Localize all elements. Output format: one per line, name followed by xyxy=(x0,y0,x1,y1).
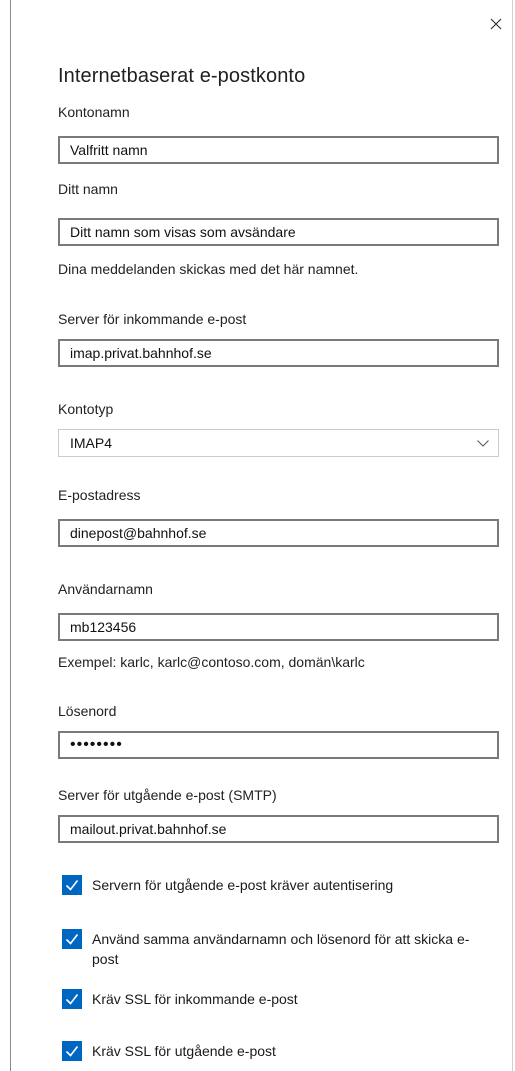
same-credentials-label: Använd samma användarnamn och lösenord f… xyxy=(92,931,470,967)
ssl-incoming-checkbox[interactable]: Kräv SSL för inkommande e-post xyxy=(62,989,502,1009)
account-dialog: Internetbaserat e-postkonto Kontonamn Di… xyxy=(10,0,513,1071)
account-name-label: Kontonamn xyxy=(58,104,130,120)
password-input[interactable] xyxy=(58,731,499,759)
checkbox-checked-icon xyxy=(62,1041,82,1061)
your-name-hint: Dina meddelanden skickas med det här nam… xyxy=(58,261,359,277)
email-input[interactable] xyxy=(58,519,499,547)
account-type-select[interactable]: IMAP4 xyxy=(58,429,499,457)
chevron-down-icon xyxy=(477,440,489,447)
outgoing-server-label: Server för utgående e-post (SMTP) xyxy=(58,787,277,803)
username-input[interactable] xyxy=(58,613,499,641)
your-name-input[interactable] xyxy=(58,218,499,246)
outgoing-server-input[interactable] xyxy=(58,815,499,843)
password-label: Lösenord xyxy=(58,703,117,719)
ssl-outgoing-checkbox[interactable]: Kräv SSL för utgående e-post xyxy=(62,1041,502,1061)
ssl-incoming-label: Kräv SSL för inkommande e-post xyxy=(92,991,298,1007)
ssl-outgoing-label: Kräv SSL för utgående e-post xyxy=(92,1043,276,1059)
account-type-value: IMAP4 xyxy=(70,435,113,451)
require-auth-checkbox[interactable]: Servern för utgående e-post kräver auten… xyxy=(62,875,502,895)
username-label: Användarnamn xyxy=(58,581,153,597)
close-button[interactable] xyxy=(484,12,508,36)
username-hint: Exempel: karlc, karlc@contoso.com, domän… xyxy=(58,654,365,670)
dialog-title: Internetbaserat e-postkonto xyxy=(58,65,306,87)
your-name-label: Ditt namn xyxy=(58,181,118,197)
checkbox-checked-icon xyxy=(62,989,82,1009)
email-label: E-postadress xyxy=(58,487,141,503)
account-name-input[interactable] xyxy=(58,136,499,164)
incoming-server-label: Server för inkommande e-post xyxy=(58,311,247,327)
checkbox-checked-icon xyxy=(62,929,82,949)
close-icon xyxy=(490,18,502,30)
incoming-server-input[interactable] xyxy=(58,339,499,367)
checkbox-checked-icon xyxy=(62,875,82,895)
account-type-label: Kontotyp xyxy=(58,401,114,417)
same-credentials-checkbox[interactable]: Använd samma användarnamn och lösenord f… xyxy=(62,929,502,969)
require-auth-label: Servern för utgående e-post kräver auten… xyxy=(92,877,394,893)
